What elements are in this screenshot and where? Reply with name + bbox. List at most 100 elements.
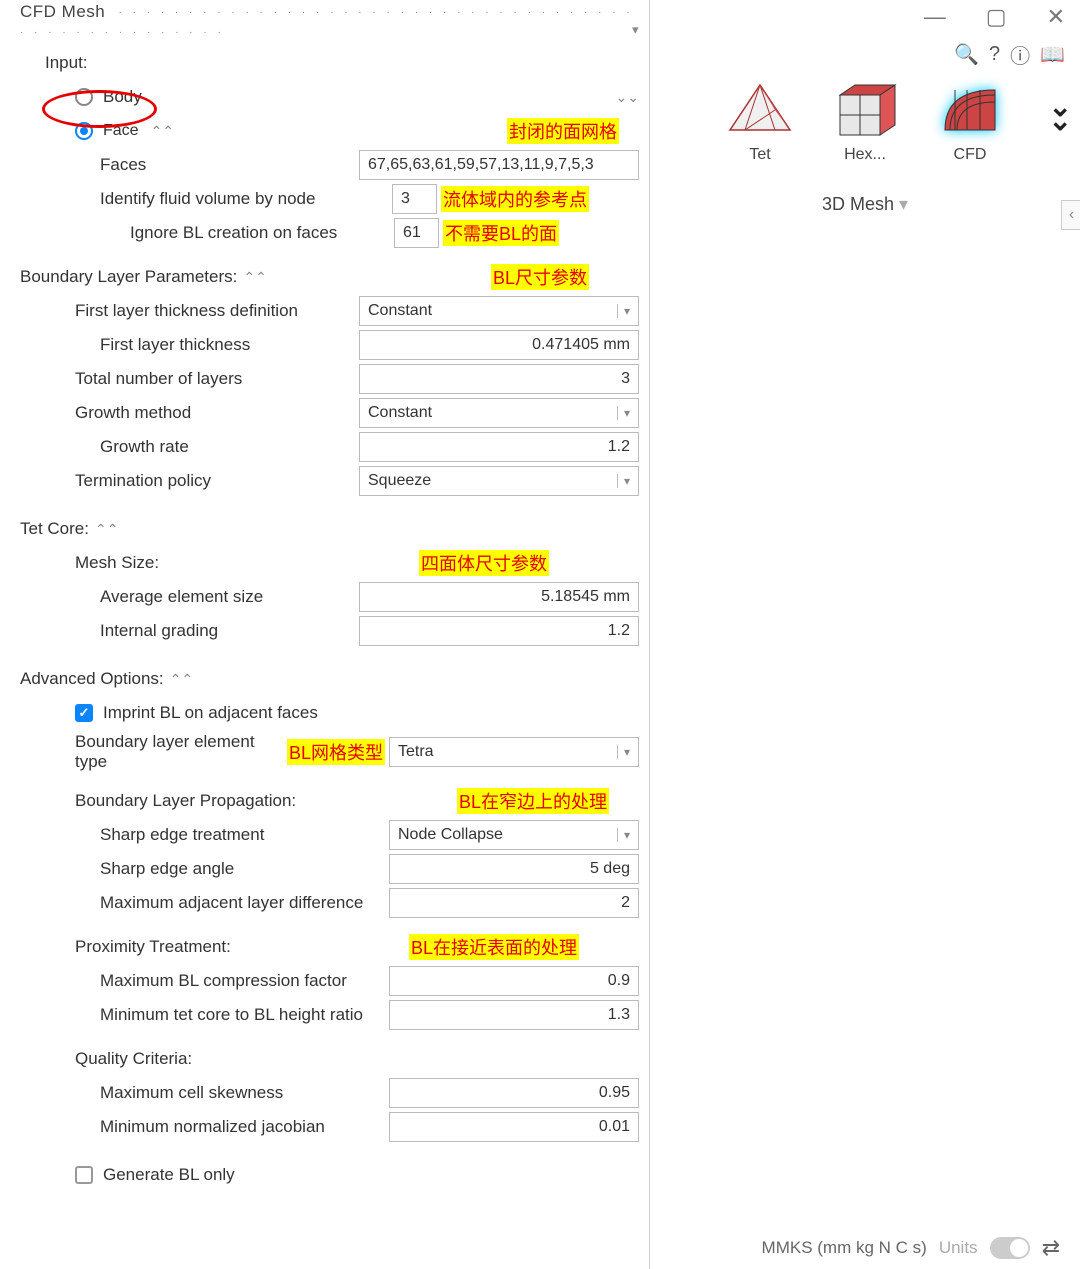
units-toggle[interactable] bbox=[990, 1237, 1030, 1259]
imprint-bl-check[interactable] bbox=[75, 704, 93, 722]
growth-method-value: Constant bbox=[368, 404, 432, 422]
expand-chevrons-icon[interactable]: ⌄⌄ bbox=[1049, 100, 1072, 128]
max-skew-label: Maximum cell skewness bbox=[100, 1083, 389, 1103]
growth-method-select[interactable]: Constant ▾ bbox=[359, 398, 639, 428]
category-label: 3D Mesh bbox=[822, 194, 894, 214]
max-bl-comp-label: Maximum BL compression factor bbox=[100, 971, 389, 991]
bl-elem-type-select[interactable]: Tetra ▾ bbox=[389, 737, 639, 767]
hex-icon bbox=[830, 80, 900, 140]
cfd-label: CFD bbox=[954, 146, 987, 164]
quality-label: Quality Criteria: bbox=[75, 1049, 192, 1069]
sharp-edge-treat-label: Sharp edge treatment bbox=[100, 825, 389, 845]
bl-propagation-label: Boundary Layer Propagation: bbox=[75, 791, 457, 811]
book-icon[interactable]: 📖 bbox=[1040, 42, 1065, 67]
minimize-icon[interactable]: — bbox=[924, 4, 946, 30]
close-icon[interactable]: ✕ bbox=[1047, 4, 1065, 30]
ignore-bl-input[interactable] bbox=[394, 218, 439, 248]
maximize-icon[interactable]: ▢ bbox=[986, 4, 1007, 30]
radio-body[interactable] bbox=[75, 88, 93, 106]
first-layer-def-label: First layer thickness definition bbox=[75, 301, 359, 321]
ignore-bl-label: Ignore BL creation on faces bbox=[130, 223, 394, 243]
hex-label: Hex... bbox=[844, 146, 886, 164]
internal-grading-input[interactable] bbox=[359, 616, 639, 646]
internal-grading-label: Internal grading bbox=[100, 621, 359, 641]
generate-bl-check[interactable] bbox=[75, 1166, 93, 1184]
collapse-icon[interactable]: ⌃⌃ bbox=[243, 269, 266, 286]
search-icon[interactable]: 🔍 bbox=[954, 42, 979, 67]
max-adj-layer-input[interactable] bbox=[389, 888, 639, 918]
total-layers-input[interactable] bbox=[359, 364, 639, 394]
bl-elem-type-value: Tetra bbox=[398, 743, 434, 761]
info-icon[interactable]: ⓘ bbox=[1010, 40, 1030, 69]
help-icon[interactable]: ? bbox=[989, 43, 1000, 66]
annotation-bl-narrow: BL在窄边上的处理 bbox=[457, 788, 609, 814]
termination-select[interactable]: Squeeze ▾ bbox=[359, 466, 639, 496]
mesh-tile-cfd[interactable]: CFD bbox=[930, 80, 1010, 164]
side-tab-icon[interactable]: ‹ bbox=[1061, 200, 1080, 230]
annotation-bl-size: BL尺寸参数 bbox=[491, 264, 589, 290]
imprint-bl-label: Imprint BL on adjacent faces bbox=[103, 703, 639, 723]
chevron-down-icon: ▾ bbox=[617, 828, 630, 842]
faces-input[interactable] bbox=[359, 150, 639, 180]
chevron-down-icon: ▾ bbox=[617, 474, 630, 488]
identify-fluid-input[interactable] bbox=[392, 184, 437, 214]
termination-label: Termination policy bbox=[75, 471, 359, 491]
swap-icon[interactable]: ⇄ bbox=[1042, 1235, 1060, 1261]
advanced-section: Advanced Options: bbox=[20, 669, 164, 689]
panel-title: CFD Mesh · · · · · · · · · · · · · · · ·… bbox=[20, 0, 639, 44]
units-label: Units bbox=[939, 1238, 978, 1258]
annotation-fluid-ref: 流体域内的参考点 bbox=[441, 186, 589, 212]
sharp-edge-treat-select[interactable]: Node Collapse ▾ bbox=[389, 820, 639, 850]
identify-fluid-label: Identify fluid volume by node bbox=[100, 189, 392, 209]
tet-icon bbox=[725, 80, 795, 140]
avg-elem-label: Average element size bbox=[100, 587, 359, 607]
panel-title-text: CFD Mesh bbox=[20, 2, 105, 21]
mesh-size-label: Mesh Size: bbox=[75, 553, 419, 573]
radio-face-label: Face bbox=[103, 122, 139, 140]
radio-face[interactable] bbox=[75, 122, 93, 140]
expand-icon[interactable]: ⌄⌄ bbox=[616, 89, 639, 106]
mesh-tile-hex[interactable]: Hex... bbox=[825, 80, 905, 164]
chevron-down-icon: ▾ bbox=[617, 406, 630, 420]
input-section: Input: bbox=[45, 53, 88, 73]
first-layer-def-value: Constant bbox=[368, 302, 432, 320]
tet-label: Tet bbox=[749, 146, 770, 164]
total-layers-label: Total number of layers bbox=[75, 369, 359, 389]
growth-rate-label: Growth rate bbox=[100, 437, 359, 457]
bl-elem-type-label: Boundary layer element type bbox=[75, 732, 287, 772]
annotation-tet-size: 四面体尺寸参数 bbox=[419, 550, 549, 576]
tet-core-section: Tet Core: bbox=[20, 519, 89, 539]
avg-elem-input[interactable] bbox=[359, 582, 639, 612]
first-layer-def-select[interactable]: Constant ▾ bbox=[359, 296, 639, 326]
collapse-icon[interactable]: ⌃⌃ bbox=[151, 123, 174, 140]
growth-rate-input[interactable] bbox=[359, 432, 639, 462]
chevron-down-icon: ▾ bbox=[617, 304, 630, 318]
chevron-down-icon: ▾ bbox=[617, 745, 630, 759]
growth-method-label: Growth method bbox=[75, 403, 359, 423]
max-adj-layer-label: Maximum adjacent layer difference bbox=[100, 893, 389, 913]
annotation-bl-near: BL在接近表面的处理 bbox=[409, 934, 579, 960]
min-jacobian-input[interactable] bbox=[389, 1112, 639, 1142]
sharp-edge-angle-label: Sharp edge angle bbox=[100, 859, 389, 879]
first-layer-thickness-input[interactable] bbox=[359, 330, 639, 360]
min-tet-ratio-input[interactable] bbox=[389, 1000, 639, 1030]
generate-bl-label: Generate BL only bbox=[103, 1165, 639, 1185]
annotation-closed-face: 封闭的面网格 bbox=[507, 118, 619, 144]
first-layer-thickness-label: First layer thickness bbox=[100, 335, 359, 355]
collapse-icon[interactable]: ⌃⌃ bbox=[95, 521, 118, 538]
annotation-no-bl: 不需要BL的面 bbox=[443, 220, 559, 246]
faces-label: Faces bbox=[100, 155, 359, 175]
max-skew-input[interactable] bbox=[389, 1078, 639, 1108]
sharp-edge-angle-input[interactable] bbox=[389, 854, 639, 884]
min-jacobian-label: Minimum normalized jacobian bbox=[100, 1117, 389, 1137]
mesh-tile-tet[interactable]: Tet bbox=[720, 80, 800, 164]
units-text: MMKS (mm kg N C s) bbox=[762, 1238, 927, 1258]
min-tet-ratio-label: Minimum tet core to BL height ratio bbox=[100, 1005, 389, 1025]
radio-body-label: Body bbox=[103, 87, 650, 107]
bl-params-section: Boundary Layer Parameters: bbox=[20, 267, 237, 287]
cfd-icon bbox=[935, 80, 1005, 140]
collapse-icon[interactable]: ⌃⌃ bbox=[170, 671, 193, 688]
category-dropdown-icon[interactable]: ▾ bbox=[899, 194, 908, 214]
termination-value: Squeeze bbox=[368, 472, 431, 490]
max-bl-comp-input[interactable] bbox=[389, 966, 639, 996]
